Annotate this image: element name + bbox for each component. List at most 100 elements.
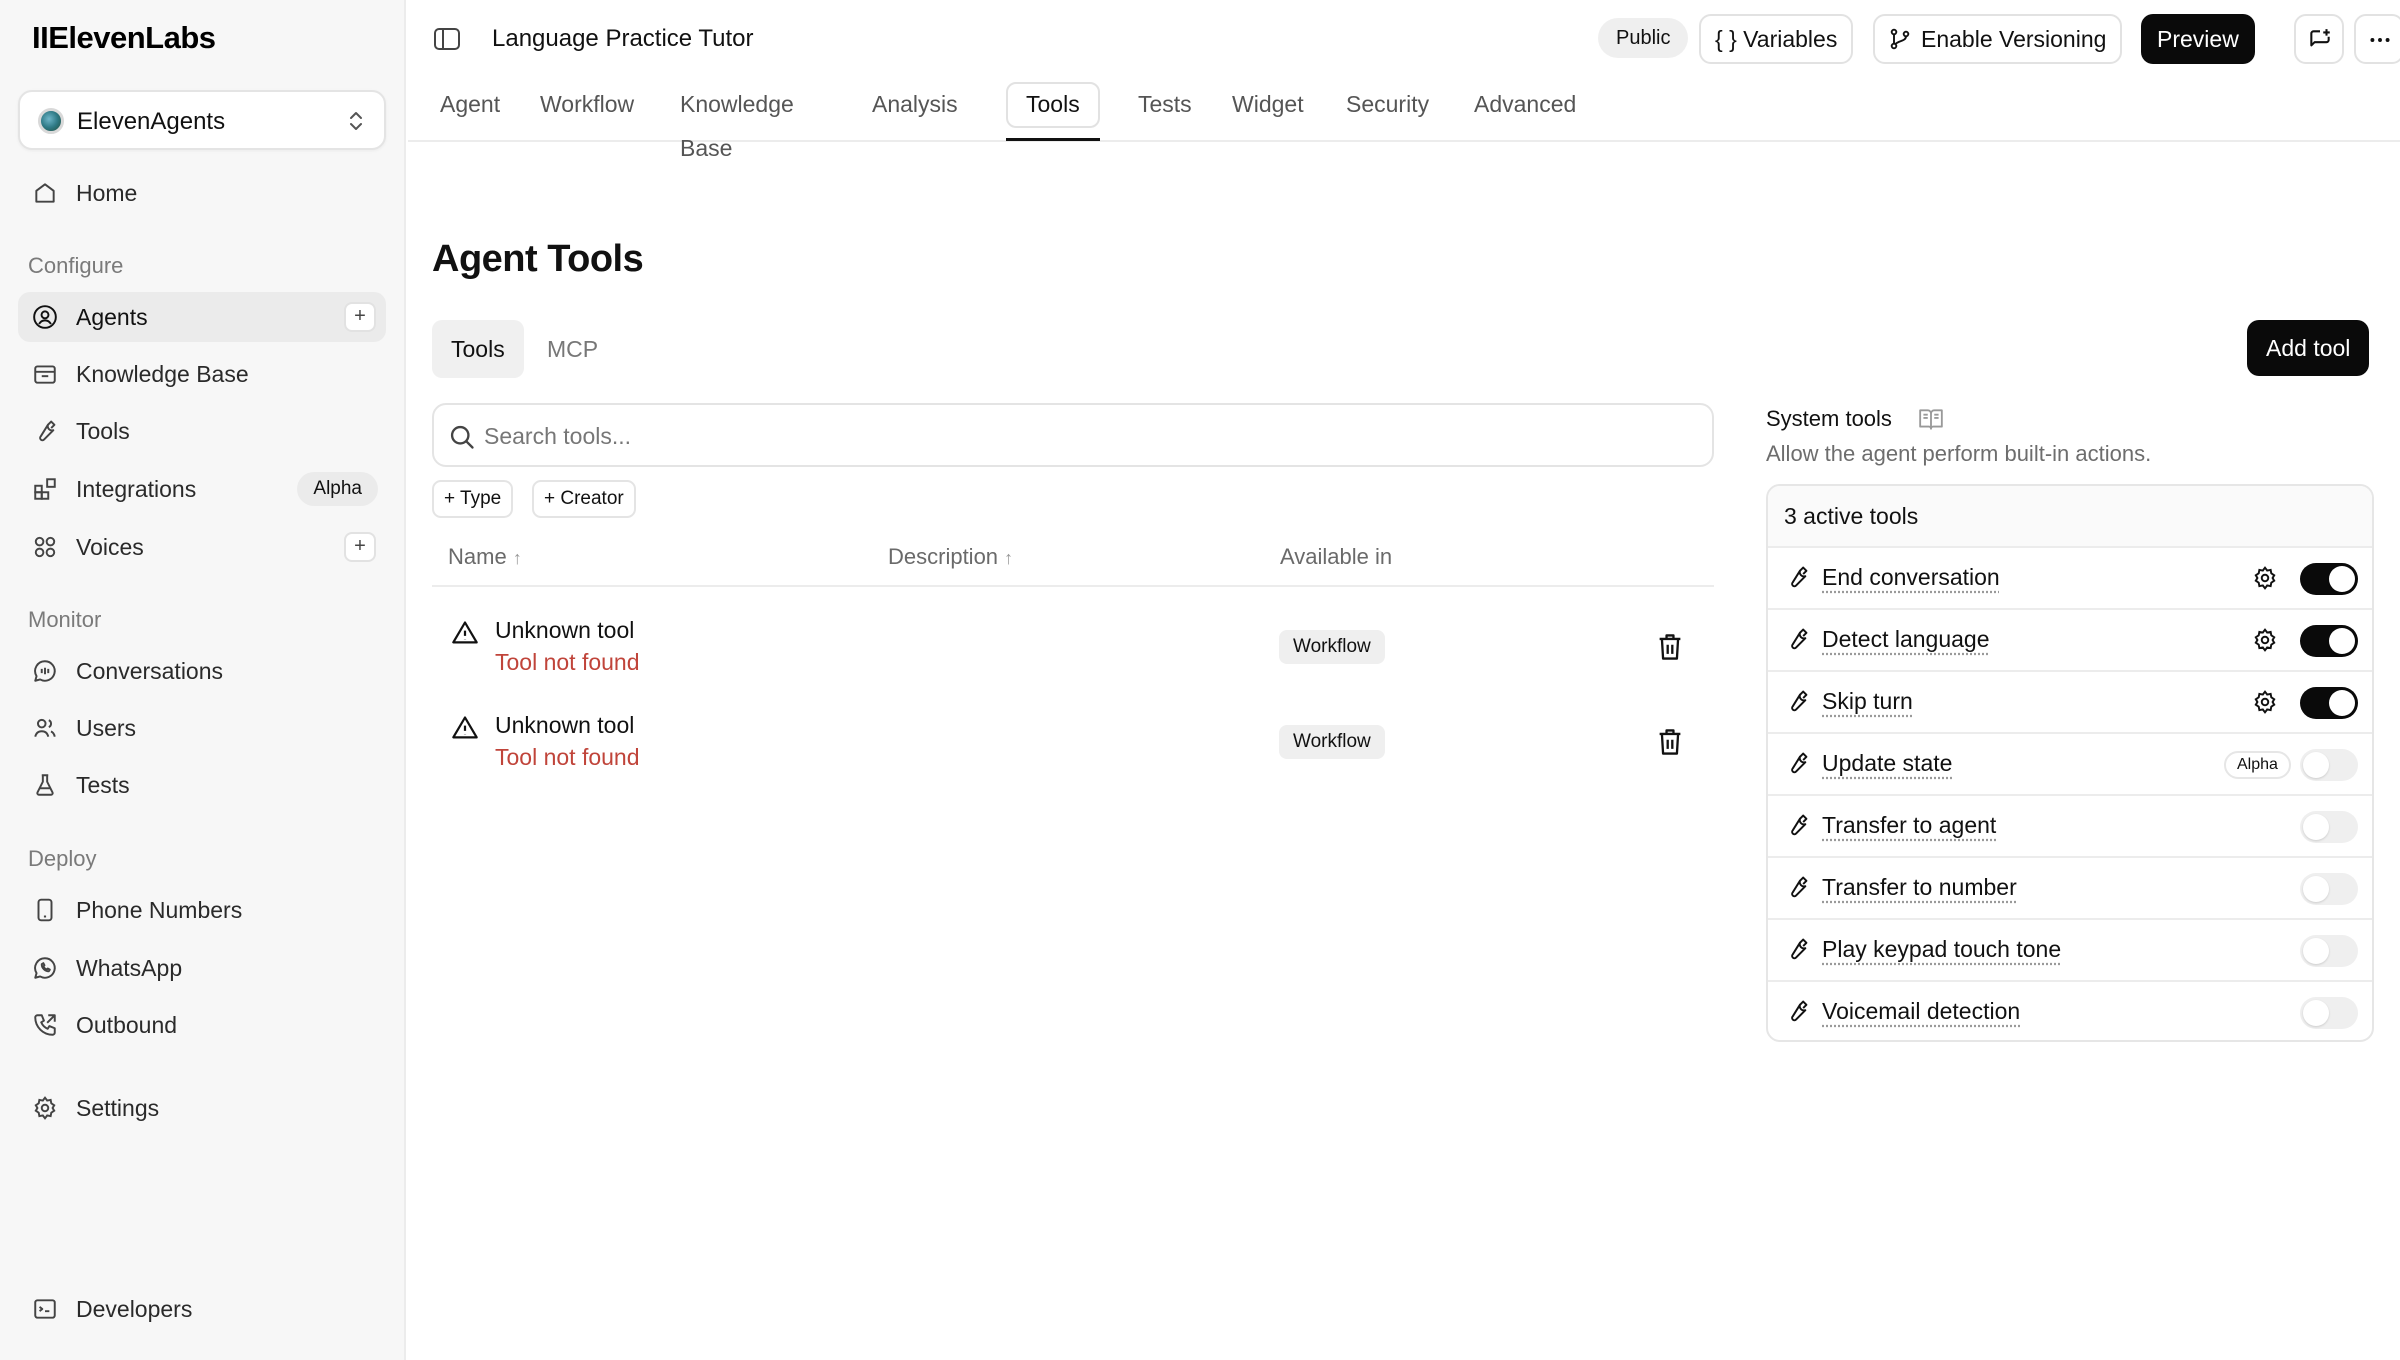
- add-tool-button[interactable]: Add tool: [2247, 320, 2370, 376]
- column-header-name[interactable]: Name ↑: [448, 544, 522, 570]
- section-label-monitor: Monitor: [28, 607, 102, 632]
- variables-button[interactable]: { } Variables: [1699, 14, 1854, 64]
- system-tools-card: 3 active tools End conversation Detect la…: [1766, 484, 2374, 1042]
- wrench-icon: [1784, 874, 1810, 900]
- sidebar-item-knowledge-base[interactable]: Knowledge Base: [18, 349, 386, 399]
- sidebar-item-whatsapp[interactable]: WhatsApp: [18, 943, 386, 993]
- creator-filter-button[interactable]: + Creator: [532, 480, 636, 518]
- trash-icon[interactable]: [1656, 727, 1684, 757]
- system-tool-name[interactable]: Transfer to agent: [1822, 812, 1996, 839]
- tab-advanced[interactable]: Advanced: [1456, 82, 1594, 140]
- toggle-knob: [2303, 938, 2329, 964]
- column-header-description[interactable]: Description ↑: [888, 544, 1013, 570]
- sidebar-item-integrations[interactable]: Integrations Alpha: [18, 464, 386, 514]
- trash-icon[interactable]: [1656, 632, 1684, 662]
- sidebar-item-tools[interactable]: Tools: [18, 406, 386, 456]
- system-tool-toggle[interactable]: [2300, 625, 2358, 657]
- sidebar-item-tests[interactable]: Tests: [18, 760, 386, 810]
- system-tool-name[interactable]: Play keypad touch tone: [1822, 936, 2061, 963]
- sidebar-item-label: Agents: [76, 304, 148, 330]
- workspace-orb-icon: [38, 108, 64, 134]
- system-tool-row[interactable]: Update state Alpha: [1768, 734, 2372, 796]
- system-tool-row[interactable]: End conversation: [1768, 548, 2372, 610]
- sidebar-item-home[interactable]: Home: [18, 168, 386, 218]
- system-tool-row[interactable]: Play keypad touch tone: [1768, 920, 2372, 982]
- gear-icon: [32, 1095, 58, 1121]
- phone-outgoing-icon: [32, 1012, 58, 1038]
- system-tool-name[interactable]: Update state: [1822, 750, 1952, 777]
- system-tool-toggle[interactable]: [2300, 811, 2358, 843]
- tab-security[interactable]: Security: [1328, 82, 1447, 140]
- tab-tools[interactable]: Tools: [1006, 82, 1100, 128]
- gear-icon[interactable]: [2252, 627, 2278, 653]
- tab-tests[interactable]: Tests: [1120, 82, 1210, 140]
- whatsapp-icon: [32, 955, 58, 981]
- toggle-knob: [2303, 752, 2329, 778]
- sidebar: IIElevenLabs ElevenAgents Home Configure…: [0, 0, 406, 1360]
- sidebar-item-agents[interactable]: Agents +: [18, 292, 386, 342]
- tab-knowledge-base[interactable]: Knowledge Base: [662, 82, 812, 161]
- segment-mcp[interactable]: MCP: [528, 320, 617, 378]
- sidebar-item-voices[interactable]: Voices +: [18, 522, 386, 572]
- system-tool-name[interactable]: Skip turn: [1822, 688, 1913, 715]
- segment-tools[interactable]: Tools: [432, 320, 524, 378]
- tab-analysis[interactable]: Analysis: [854, 82, 976, 140]
- comment-plus-button[interactable]: [2294, 14, 2344, 64]
- public-badge[interactable]: Public: [1598, 18, 1689, 58]
- wrench-icon: [1784, 564, 1810, 590]
- toggle-knob: [2303, 814, 2329, 840]
- add-voice-button[interactable]: +: [344, 532, 376, 562]
- available-in-badge: Workflow: [1279, 725, 1385, 759]
- system-tool-name[interactable]: Voicemail detection: [1822, 998, 2020, 1025]
- sidebar-item-settings[interactable]: Settings: [18, 1083, 386, 1133]
- wrench-icon: [32, 418, 58, 444]
- preview-button[interactable]: Preview: [2141, 14, 2255, 64]
- search-icon: [450, 425, 474, 449]
- gear-icon[interactable]: [2252, 689, 2278, 715]
- enable-versioning-label: Enable Versioning: [1921, 26, 2107, 52]
- voices-icon: [32, 534, 58, 560]
- tab-workflow[interactable]: Workflow: [522, 82, 652, 140]
- add-agent-button[interactable]: +: [344, 302, 376, 332]
- workspace-selector[interactable]: ElevenAgents: [18, 90, 386, 150]
- system-tool-name[interactable]: Detect language: [1822, 626, 1990, 653]
- warning-icon: [450, 714, 480, 742]
- more-options-button[interactable]: [2354, 14, 2400, 64]
- system-tool-name[interactable]: End conversation: [1822, 564, 2000, 591]
- search-input[interactable]: [484, 419, 1684, 453]
- system-tool-toggle[interactable]: [2300, 997, 2358, 1029]
- tool-name: Unknown tool: [495, 617, 635, 643]
- sidebar-item-users[interactable]: Users: [18, 703, 386, 753]
- sidebar-item-conversations[interactable]: Conversations: [18, 646, 386, 696]
- column-header-available-in: Available in: [1280, 544, 1393, 569]
- folder-icon: [32, 361, 58, 387]
- enable-versioning-button[interactable]: Enable Versioning: [1873, 14, 2123, 64]
- available-in-badge: Workflow: [1279, 630, 1385, 664]
- gear-icon[interactable]: [2252, 565, 2278, 591]
- tab-agent[interactable]: Agent: [422, 82, 518, 140]
- sidebar-item-outbound[interactable]: Outbound: [18, 1000, 386, 1050]
- elevenlabs-logo[interactable]: IIElevenLabs: [32, 20, 216, 56]
- sidebar-item-phone-numbers[interactable]: Phone Numbers: [18, 885, 386, 935]
- system-tool-row[interactable]: Voicemail detection: [1768, 982, 2372, 1040]
- system-tool-toggle[interactable]: [2300, 935, 2358, 967]
- agent-name: Language Practice Tutor: [492, 25, 754, 52]
- system-tool-row[interactable]: Skip turn: [1768, 672, 2372, 734]
- system-tool-row[interactable]: Transfer to number: [1768, 858, 2372, 920]
- system-tool-toggle[interactable]: [2300, 749, 2358, 781]
- type-filter-button[interactable]: + Type: [432, 480, 514, 518]
- tab-widget[interactable]: Widget: [1214, 82, 1322, 140]
- book-open-icon[interactable]: [1918, 407, 1944, 431]
- sidebar-item-label: Home: [76, 180, 138, 206]
- system-tool-row[interactable]: Detect language: [1768, 610, 2372, 672]
- system-tool-toggle[interactable]: [2300, 563, 2358, 595]
- active-tools-header: 3 active tools: [1768, 486, 2372, 548]
- home-icon: [32, 180, 58, 206]
- alpha-badge: Alpha: [2224, 751, 2291, 779]
- system-tool-name[interactable]: Transfer to number: [1822, 874, 2017, 901]
- system-tool-toggle[interactable]: [2300, 687, 2358, 719]
- sidebar-item-developers[interactable]: Developers: [18, 1284, 386, 1334]
- system-tool-row[interactable]: Transfer to agent: [1768, 796, 2372, 858]
- sidebar-toggle-icon[interactable]: [433, 26, 461, 52]
- system-tool-toggle[interactable]: [2300, 873, 2358, 905]
